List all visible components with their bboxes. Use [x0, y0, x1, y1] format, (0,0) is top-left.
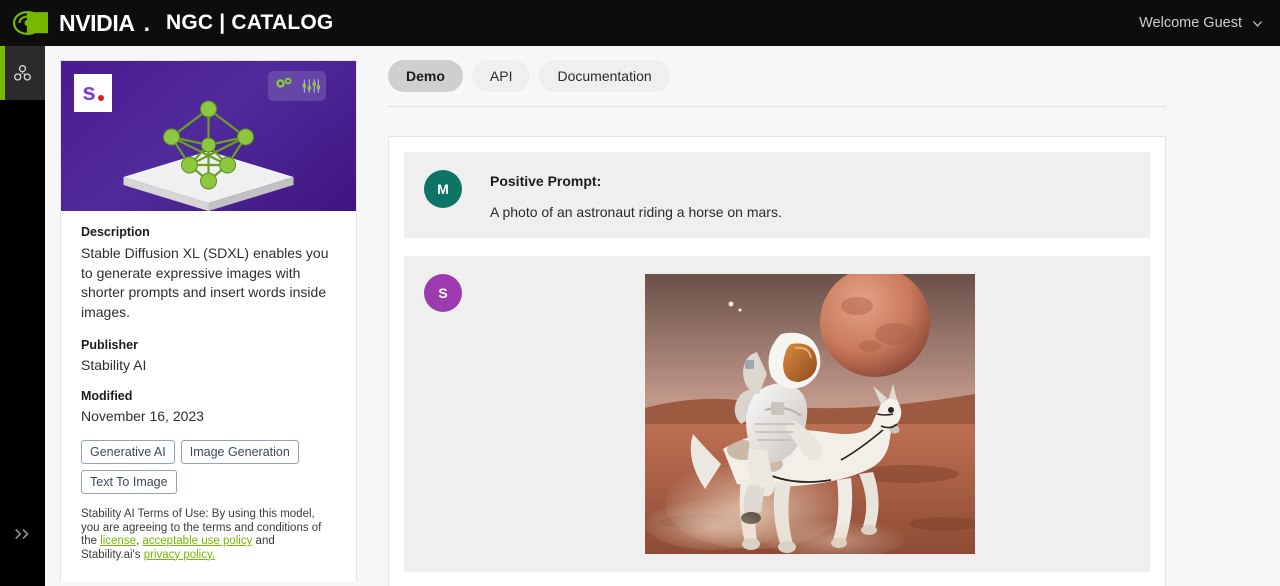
chevron-down-icon	[1253, 20, 1262, 27]
prompt-body: Positive Prompt: A photo of an astronaut…	[490, 170, 782, 220]
prompt-title: Positive Prompt:	[490, 173, 602, 189]
tab-divider	[388, 106, 1166, 107]
tag-chip[interactable]: Generative AI	[81, 440, 175, 464]
top-header: NVIDIA . NGC | CATALOG Welcome Guest	[0, 0, 1280, 46]
molecule-on-platform-icon	[123, 100, 293, 211]
publisher-label: Publisher	[81, 338, 138, 352]
tab-documentation[interactable]: Documentation	[539, 60, 670, 92]
model-hero-image: s	[61, 61, 356, 211]
brand-dot: .	[143, 9, 150, 36]
tag-list: Generative AI Image Generation Text To I…	[81, 440, 336, 494]
product-name: NGC | CATALOG	[165, 11, 334, 34]
description-text: Stable Diffusion XL (SDXL) enables you t…	[81, 245, 329, 320]
brand-wordmark: NVIDIA	[59, 9, 135, 36]
brand-logo[interactable]: NVIDIA . NGC | CATALOG	[0, 10, 333, 37]
model-info-card: s Description Stable Diffusion XL (SDXL)…	[60, 60, 357, 582]
rail-item-models-icon-wrap[interactable]	[0, 46, 45, 100]
nvidia-eye-logo	[12, 11, 48, 35]
description-label: Description	[81, 225, 150, 239]
model-details: Description Stable Diffusion XL (SDXL) e…	[61, 211, 356, 572]
gears-sliders-icon	[268, 71, 326, 101]
double-chevron-right-icon	[14, 528, 29, 540]
prompt-message: M Positive Prompt: A photo of an astrona…	[404, 152, 1150, 238]
modified-label: Modified	[81, 389, 133, 403]
main-content: Demo API Documentation M Positive Prompt…	[388, 60, 1178, 586]
terms-of-use: Stability AI Terms of Use: By using this…	[81, 508, 336, 562]
tag-chip[interactable]: Text To Image	[81, 470, 177, 494]
generated-image[interactable]	[645, 274, 975, 554]
left-nav-rail	[0, 46, 45, 586]
license-link[interactable]: license	[100, 535, 136, 547]
modified-value: November 16, 2023	[81, 408, 204, 424]
avatar: M	[424, 170, 462, 208]
prompt-text: A photo of an astronaut riding a horse o…	[490, 204, 782, 220]
welcome-label: Welcome Guest	[1139, 15, 1242, 31]
tab-api[interactable]: API	[471, 60, 531, 92]
tab-bar: Demo API Documentation	[388, 60, 1178, 106]
ngc-catalog-page: NVIDIA . NGC | CATALOG Welcome Guest s D…	[0, 0, 1280, 586]
response-message: S	[404, 256, 1150, 572]
tab-demo[interactable]: Demo	[388, 60, 463, 92]
privacy-policy-link[interactable]: privacy policy.	[144, 549, 215, 561]
stability-logo-letter: s	[82, 79, 96, 106]
generated-image-wrap	[490, 274, 1130, 554]
user-menu[interactable]: Welcome Guest	[1139, 15, 1280, 31]
avatar: S	[424, 274, 462, 312]
publisher-value: Stability AI	[81, 357, 147, 373]
rail-expand-button[interactable]	[0, 520, 45, 548]
acceptable-use-policy-link[interactable]: acceptable use policy	[142, 535, 252, 547]
demo-panel: M Positive Prompt: A photo of an astrona…	[388, 136, 1166, 586]
models-cluster-icon	[14, 64, 31, 81]
tag-chip[interactable]: Image Generation	[180, 440, 299, 464]
